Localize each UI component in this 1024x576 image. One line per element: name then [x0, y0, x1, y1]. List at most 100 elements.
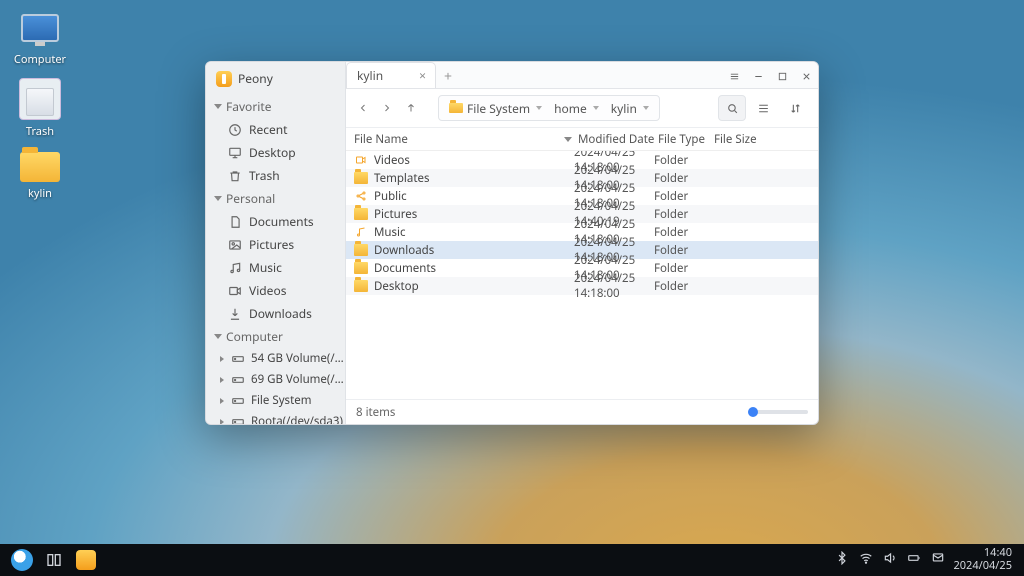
desktop-icon	[228, 146, 242, 160]
breadcrumb-kylin[interactable]: kylin	[605, 100, 655, 117]
column-size[interactable]: File Size	[714, 132, 764, 147]
clock-date: 2024/04/25	[953, 560, 1012, 573]
toolbar: File System home kylin	[346, 89, 818, 128]
file-type: Folder	[654, 153, 710, 168]
bluetooth-icon[interactable]	[835, 551, 849, 569]
close-tab-icon[interactable]: ×	[419, 67, 426, 84]
file-name: Documents	[374, 261, 574, 276]
maximize-button[interactable]	[770, 64, 794, 88]
disk-icon	[231, 415, 245, 425]
folder-icon	[354, 172, 368, 184]
sidebar-item-volume-54[interactable]: 54 GB Volume(/…	[206, 348, 345, 369]
taskbar: 14:40 2024/04/25	[0, 544, 1024, 576]
volume-icon[interactable]	[883, 551, 897, 569]
folder-icon	[354, 262, 368, 274]
trash-icon	[228, 169, 242, 183]
disk-icon	[231, 394, 245, 408]
nav-back-button[interactable]	[354, 99, 372, 117]
folder-icon	[20, 152, 60, 182]
main-pane: kylin × + File System	[346, 62, 818, 424]
folder-icon	[354, 280, 368, 292]
desktop-icon-home[interactable]: kylin	[8, 148, 72, 201]
sidebar-item-music[interactable]: Music	[206, 256, 345, 279]
sidebar-item-volume-69[interactable]: 69 GB Volume(/…	[206, 369, 345, 390]
close-button[interactable]	[794, 64, 818, 88]
status-bar: 8 items	[346, 399, 818, 424]
file-name: Downloads	[374, 243, 574, 258]
chevron-right-icon	[220, 398, 224, 404]
sidebar-item-downloads[interactable]: Downloads	[206, 302, 345, 325]
file-modified: 2024/04/25 14:18:00	[574, 271, 654, 301]
sidebar-section-computer[interactable]: Computer	[206, 325, 345, 348]
video-icon	[228, 284, 242, 298]
column-name[interactable]: File Name	[354, 132, 578, 147]
start-logo-icon	[11, 549, 33, 571]
download-icon	[228, 307, 242, 321]
music-icon	[228, 261, 242, 275]
file-type: Folder	[654, 189, 710, 204]
folder-icon	[354, 208, 368, 220]
chevron-down-icon	[214, 334, 222, 339]
trash-icon	[19, 78, 61, 120]
chevron-down-icon	[536, 106, 542, 110]
view-mode-button[interactable]	[752, 96, 778, 120]
breadcrumb-home[interactable]: home	[548, 100, 605, 117]
desktop-icon-computer[interactable]: Computer	[8, 8, 72, 67]
column-modified[interactable]: Modified Date	[578, 132, 658, 147]
column-type[interactable]: File Type	[658, 132, 714, 147]
file-type: Folder	[654, 279, 710, 294]
nav-forward-button[interactable]	[378, 99, 396, 117]
sidebar-item-roota[interactable]: Roota(/dev/sda3)	[206, 411, 345, 424]
hamburger-menu-button[interactable]	[722, 64, 746, 88]
chevron-down-icon	[643, 106, 649, 110]
sidebar-item-documents[interactable]: Documents	[206, 210, 345, 233]
share-icon	[354, 190, 368, 202]
desktop-icon-trash[interactable]: Trash	[8, 78, 72, 139]
file-name: Videos	[374, 153, 574, 168]
battery-icon[interactable]	[907, 551, 921, 569]
disk-icon	[231, 352, 245, 366]
sidebar-item-recent[interactable]: Recent	[206, 118, 345, 141]
wifi-icon[interactable]	[859, 551, 873, 569]
breadcrumb-root[interactable]: File System	[443, 100, 548, 117]
sidebar-item-desktop[interactable]: Desktop	[206, 141, 345, 164]
tab-bar: kylin × +	[346, 62, 818, 89]
nav-up-button[interactable]	[402, 99, 420, 117]
folder-icon	[449, 101, 463, 115]
sidebar-item-filesystem[interactable]: File System	[206, 390, 345, 411]
sidebar-item-trash[interactable]: Trash	[206, 164, 345, 187]
file-type: Folder	[654, 243, 710, 258]
folder-icon	[354, 244, 368, 256]
tab[interactable]: kylin ×	[346, 62, 436, 88]
desktop-icon-label: Computer	[8, 52, 72, 67]
file-name: Music	[374, 225, 574, 240]
computer-icon	[20, 8, 60, 48]
sort-button[interactable]	[784, 96, 810, 120]
start-button[interactable]	[8, 546, 36, 574]
chevron-down-icon	[214, 104, 222, 109]
file-name: Templates	[374, 171, 574, 186]
file-row[interactable]: Desktop2024/04/25 14:18:00Folder	[346, 277, 818, 295]
slider-thumb-icon	[748, 407, 758, 417]
notification-icon[interactable]	[931, 551, 945, 569]
zoom-slider[interactable]	[748, 410, 808, 414]
sidebar-section-favorite[interactable]: Favorite	[206, 95, 345, 118]
minimize-button[interactable]	[746, 64, 770, 88]
video-file-icon	[354, 154, 368, 166]
new-tab-button[interactable]: +	[436, 64, 460, 88]
file-type: Folder	[654, 207, 710, 222]
file-manager-window: Peony Favorite Recent Desktop Trash Pers…	[205, 61, 819, 425]
chevron-right-icon	[220, 377, 224, 383]
file-list[interactable]: Videos2024/04/25 14:18:00FolderTemplates…	[346, 151, 818, 399]
disk-icon	[231, 373, 245, 387]
music-file-icon	[354, 226, 368, 238]
search-button[interactable]	[718, 95, 746, 121]
sidebar-item-pictures[interactable]: Pictures	[206, 233, 345, 256]
sidebar-item-videos[interactable]: Videos	[206, 279, 345, 302]
app-title: Peony	[206, 68, 345, 95]
chevron-down-icon	[593, 106, 599, 110]
taskbar-clock[interactable]: 14:40 2024/04/25	[953, 547, 1012, 572]
task-view-button[interactable]	[40, 546, 68, 574]
sidebar-section-personal[interactable]: Personal	[206, 187, 345, 210]
taskbar-app-peony[interactable]	[72, 546, 100, 574]
